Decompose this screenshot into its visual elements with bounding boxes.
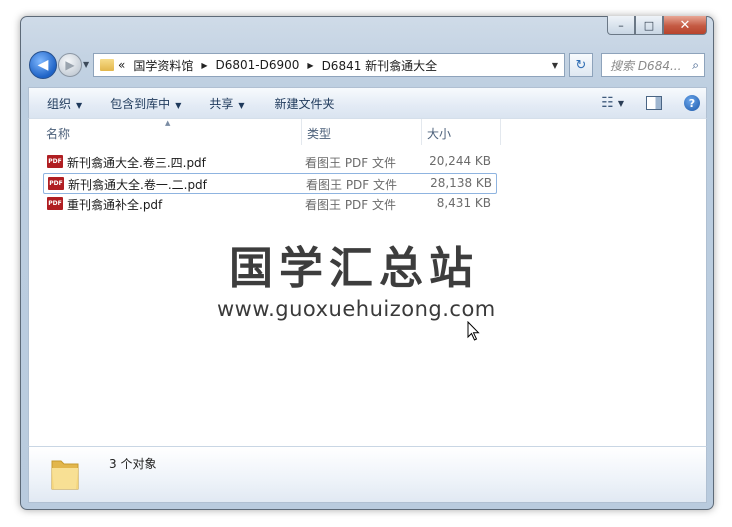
- back-button[interactable]: ◀: [29, 51, 57, 79]
- chevron-down-icon: ▼: [238, 100, 245, 110]
- sort-ascending-icon: ▲: [165, 119, 171, 127]
- column-headers: ▲ 名称 类型 大小: [29, 119, 706, 145]
- recent-pages-button[interactable]: ▼: [83, 60, 89, 69]
- chevron-down-icon: ▼: [76, 100, 83, 110]
- breadcrumb-overflow[interactable]: «: [118, 58, 125, 72]
- breadcrumb-item-3[interactable]: D6841 新刊翕通大全: [322, 57, 438, 74]
- maximize-button[interactable]: □: [635, 16, 663, 35]
- file-type: 看图王 PDF 文件: [306, 178, 398, 192]
- chevron-down-icon: ▼: [175, 100, 182, 110]
- file-row[interactable]: PDF 新刊翕通大全.卷一.二.pdf 看图王 PDF 文件 28,138 KB: [43, 173, 497, 194]
- file-name: 新刊翕通大全.卷三.四.pdf: [67, 156, 206, 170]
- breadcrumb-chevron-icon[interactable]: ▶: [201, 61, 207, 70]
- window-controls: – □ ✕: [607, 16, 707, 35]
- command-bar: 组织 ▼ 包含到库中 ▼ 共享 ▼ 新建文件夹 ☷ ▼ ?: [28, 87, 707, 118]
- folder-icon: [51, 460, 79, 490]
- file-row[interactable]: PDF 重刊翕通补全.pdf 看图王 PDF 文件 8,431 KB: [43, 194, 495, 213]
- column-divider[interactable]: [421, 119, 422, 145]
- breadcrumb-item-1[interactable]: 国学资料馆: [133, 57, 193, 74]
- address-bar[interactable]: « 国学资料馆 ▶ D6801-D6900 ▶ D6841 新刊翕通大全 ▼: [93, 53, 565, 77]
- share-menu[interactable]: 共享 ▼: [209, 95, 244, 112]
- search-box[interactable]: 搜索 D684... ⌕: [601, 53, 705, 77]
- forward-arrow-icon: ▶: [65, 58, 75, 72]
- file-row[interactable]: PDF 新刊翕通大全.卷三.四.pdf 看图王 PDF 文件 20,244 KB: [43, 152, 495, 171]
- mouse-cursor-icon: [467, 321, 480, 341]
- views-icon[interactable]: ☷: [601, 95, 614, 111]
- refresh-icon: ↻: [575, 57, 587, 73]
- explorer-window: – □ ✕ ◀ ▶ ▼ « 国学资料馆 ▶ D6801-D6900 ▶ D684…: [20, 16, 714, 510]
- close-button[interactable]: ✕: [663, 16, 707, 35]
- file-size: 20,244 KB: [429, 154, 491, 168]
- column-header-size[interactable]: 大小: [427, 125, 451, 142]
- address-dropdown-icon[interactable]: ▼: [552, 61, 558, 70]
- column-header-type[interactable]: 类型: [307, 125, 331, 142]
- share-label: 共享: [209, 96, 234, 111]
- details-pane: 3 个对象: [28, 446, 707, 503]
- include-in-library-label: 包含到库中: [110, 96, 171, 111]
- organize-label: 组织: [47, 96, 72, 111]
- views-dropdown-icon[interactable]: ▼: [618, 99, 624, 108]
- column-header-name[interactable]: 名称: [46, 125, 70, 142]
- watermark-url: www.guoxuehuizong.com: [217, 297, 496, 321]
- breadcrumb-item-2[interactable]: D6801-D6900: [216, 58, 300, 72]
- forward-button[interactable]: ▶: [58, 53, 82, 77]
- pdf-file-icon: PDF: [47, 197, 63, 210]
- preview-pane-icon[interactable]: [646, 96, 662, 110]
- pdf-file-icon: PDF: [47, 155, 63, 168]
- help-icon[interactable]: ?: [684, 95, 700, 111]
- include-in-library-menu[interactable]: 包含到库中 ▼: [110, 95, 181, 112]
- file-size: 28,138 KB: [430, 176, 492, 190]
- file-size: 8,431 KB: [436, 196, 491, 210]
- item-count: 3 个对象: [109, 457, 157, 471]
- file-type: 看图王 PDF 文件: [305, 198, 397, 212]
- folder-icon: [100, 59, 114, 71]
- watermark-title: 国学汇总站: [229, 243, 479, 294]
- column-divider[interactable]: [500, 119, 501, 145]
- column-divider[interactable]: [301, 119, 302, 145]
- breadcrumb-chevron-icon[interactable]: ▶: [307, 61, 313, 70]
- search-input[interactable]: 搜索 D684...: [602, 57, 690, 74]
- pdf-file-icon: PDF: [48, 177, 64, 190]
- toolbar-right-group: ☷ ▼ ?: [601, 95, 706, 111]
- search-icon[interactable]: ⌕: [692, 58, 699, 73]
- refresh-button[interactable]: ↻: [569, 53, 593, 77]
- minimize-button[interactable]: –: [607, 16, 635, 35]
- file-type: 看图王 PDF 文件: [305, 156, 397, 170]
- organize-menu[interactable]: 组织 ▼: [47, 95, 82, 112]
- file-name: 重刊翕通补全.pdf: [67, 198, 163, 212]
- file-name: 新刊翕通大全.卷一.二.pdf: [68, 178, 207, 192]
- file-list-pane: ▲ 名称 类型 大小 PDF 新刊翕通大全.卷三.四.pdf 看图王 PDF 文…: [28, 118, 707, 447]
- new-folder-button[interactable]: 新建文件夹: [275, 95, 335, 112]
- back-arrow-icon: ◀: [37, 57, 49, 73]
- navigation-bar: ◀ ▶ ▼ « 国学资料馆 ▶ D6801-D6900 ▶ D6841 新刊翕通…: [29, 51, 705, 81]
